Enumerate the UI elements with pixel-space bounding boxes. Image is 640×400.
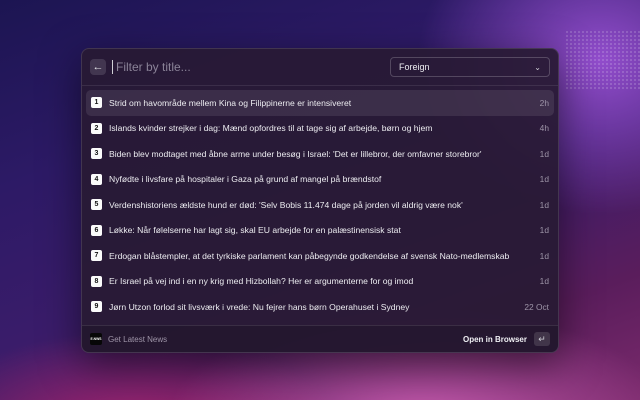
item-time: 1d <box>539 199 549 210</box>
item-title: Er Israel på vej ind i en ny krig med Hi… <box>109 276 414 287</box>
news-list: 1 Strid om havområde mellem Kina og Fili… <box>82 86 558 320</box>
command-name: Get Latest News <box>108 334 168 344</box>
chevron-down-icon: ⌄ <box>534 62 541 72</box>
launcher-window: ← Foreign ⌄ 1 Strid om havområde mellem … <box>81 48 559 353</box>
list-item[interactable]: 3 Biden blev modtaget med åbne arme unde… <box>86 141 554 167</box>
list-item[interactable]: 4 Nyfødte i livsfare på hospitaler i Gaz… <box>86 167 554 193</box>
item-index: 3 <box>91 148 102 160</box>
item-time: 2h <box>539 97 549 108</box>
item-time: 1d <box>539 174 549 185</box>
item-time: 1d <box>539 225 549 236</box>
category-dropdown[interactable]: Foreign ⌄ <box>390 57 550 77</box>
list-item[interactable]: 5 Verdenshistoriens ældste hund er død: … <box>86 192 554 218</box>
list-item[interactable]: 7 Erdogan blåstempler, at det tyrkiske p… <box>86 243 554 269</box>
item-title: Jørn Utzon forlod sit livsværk i vrede: … <box>109 301 410 312</box>
item-title: Verdenshistoriens ældste hund er død: 'S… <box>109 199 463 210</box>
item-title: Nyfødte i livsfare på hospitaler i Gaza … <box>109 174 382 185</box>
dropdown-selected-value: Foreign <box>399 62 430 72</box>
list-item[interactable]: 8 Er Israel på vej ind i en ny krig med … <box>86 269 554 295</box>
item-index: 8 <box>91 275 102 287</box>
item-title: Biden blev modtaget med åbne arme under … <box>109 148 482 159</box>
search-input[interactable] <box>114 59 368 75</box>
list-item[interactable]: 9 Jørn Utzon forlod sit livsværk i vrede… <box>86 294 554 320</box>
extension-logo: E.NWS <box>90 333 102 345</box>
list-item[interactable]: 1 Strid om havområde mellem Kina og Fili… <box>86 90 554 116</box>
action-bar: E.NWS Get Latest News Open in Browser ↵ <box>82 325 558 352</box>
arrow-left-icon: ← <box>92 61 104 73</box>
item-time: 1d <box>539 148 549 159</box>
back-button[interactable]: ← <box>90 59 106 75</box>
item-index: 7 <box>91 250 102 262</box>
item-title: Strid om havområde mellem Kina og Filipp… <box>109 97 352 108</box>
list-item[interactable]: 2 Islands kvinder strejker i dag: Mænd o… <box>86 116 554 142</box>
item-time: 4h <box>539 123 549 134</box>
item-index: 4 <box>91 173 102 185</box>
item-title: Erdogan blåstempler, at det tyrkiske par… <box>109 250 510 261</box>
item-index: 9 <box>91 301 102 313</box>
item-index: 1 <box>91 97 102 109</box>
list-item[interactable]: 6 Løkke: Når følelserne har lagt sig, sk… <box>86 218 554 244</box>
item-index: 2 <box>91 122 102 134</box>
return-key-icon[interactable]: ↵ <box>534 332 550 346</box>
item-title: Islands kvinder strejker i dag: Mænd opf… <box>109 123 433 134</box>
item-time: 22 Oct <box>524 301 549 312</box>
item-time: 1d <box>539 250 549 261</box>
item-index: 6 <box>91 224 102 236</box>
decorative-dot-pattern <box>565 30 640 90</box>
item-index: 5 <box>91 199 102 211</box>
item-time: 1d <box>539 276 549 287</box>
item-title: Løkke: Når følelserne har lagt sig, skal… <box>109 225 401 236</box>
search-bar: ← Foreign ⌄ <box>82 49 558 86</box>
logo-text: E.NWS <box>90 337 102 341</box>
text-caret <box>112 60 113 74</box>
open-in-browser-button[interactable]: Open in Browser <box>463 335 527 344</box>
